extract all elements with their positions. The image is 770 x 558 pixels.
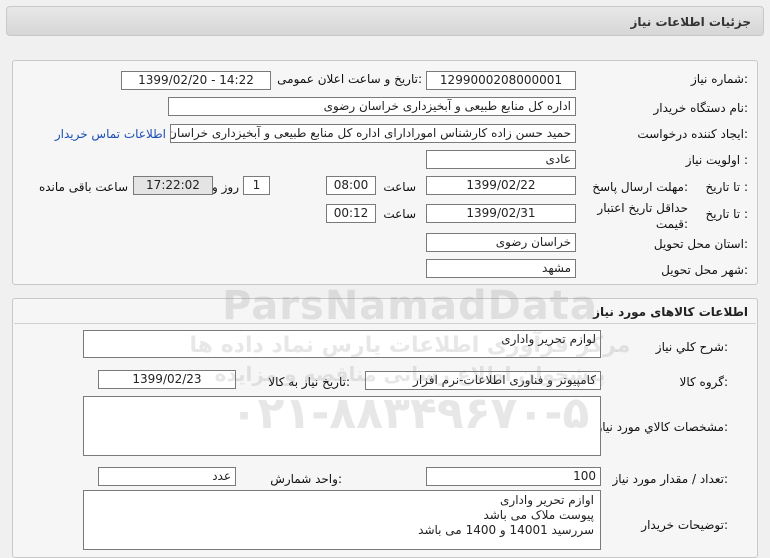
creator-field: حمید حسن زاده کارشناس امورادارای اداره ک… — [170, 124, 576, 143]
validity-time-field: 00:12 — [326, 204, 376, 223]
province-label: استان محل تحویل: — [653, 237, 748, 251]
validity-time-label: ساعت — [383, 207, 416, 221]
need-date-label: تاریخ نیاز به کالا: — [268, 375, 350, 389]
buyer-notes-line: پیوست ملاک می باشد — [483, 508, 594, 522]
remaining-time-field: 17:22:02 — [133, 176, 213, 195]
buyer-notes-line: سررسید 14001 و 1400 می باشد — [418, 523, 594, 537]
desc-label: شرح کلي نياز: — [655, 340, 728, 354]
deadline-until-label: تا تاریخ : — [705, 180, 748, 194]
qty-field: 100 — [426, 467, 601, 486]
goods-section-title: اطلاعات کالاهای مورد نیاز — [593, 305, 748, 319]
buyer-notes-label: توضیحات خریدار: — [641, 518, 728, 532]
need-details-panel — [12, 60, 758, 285]
goods-divider — [14, 323, 756, 324]
priority-label: اولویت نیاز : — [685, 153, 748, 167]
page-header: جزئیات اطلاعات نیاز — [6, 6, 764, 36]
days-label: روز و — [212, 180, 239, 194]
buyer-org-label: نام دستگاه خریدار: — [653, 101, 749, 115]
days-field: 1 — [243, 176, 270, 195]
validity-until-label: تا تاریخ : — [705, 207, 748, 221]
need-date-field: 1399/02/23 — [98, 370, 236, 389]
specs-field — [83, 396, 601, 456]
buyer-org-field: اداره کل منابع طبیعی و آبخیزداری خراسان … — [168, 97, 576, 116]
announce-label: تاریخ و ساعت اعلان عمومی: — [277, 72, 422, 86]
deadline-label: مهلت ارسال پاسخ: — [592, 180, 688, 194]
unit-label: واحد شمارش: — [270, 472, 342, 486]
group-field: کامپیوتر و فناوری اطلاعات-نرم افزار — [365, 371, 601, 390]
city-field: مشهد — [426, 259, 576, 278]
announce-field: 1399/02/20 - 14:22 — [121, 71, 271, 90]
unit-field: عدد — [98, 467, 236, 486]
qty-label: تعداد / مقدار مورد نیاز: — [612, 472, 728, 486]
province-field: خراسان رضوی — [426, 233, 576, 252]
specs-label: مشخصات کالاي مورد نياز: — [596, 420, 728, 434]
need-number-label: شماره نیاز: — [690, 72, 748, 86]
deadline-date-field: 1399/02/22 — [426, 176, 576, 195]
buyer-contact-link[interactable]: اطلاعات تماس خریدار — [55, 127, 166, 141]
creator-label: ایجاد کننده درخواست: — [637, 127, 748, 141]
buyer-notes-field: اوازم تحریر واداری پیوست ملاک می باشد سر… — [83, 490, 601, 550]
buyer-notes-line: اوازم تحریر واداری — [500, 493, 594, 507]
city-label: شهر محل تحویل: — [661, 263, 748, 277]
page-title: جزئیات اطلاعات نیاز — [630, 15, 751, 29]
group-label: گروه کالا: — [679, 375, 729, 389]
deadline-time-field: 08:00 — [326, 176, 376, 195]
validity-label: حداقل تاریخ اعتبار قیمت: — [597, 201, 688, 231]
validity-date-field: 1399/02/31 — [426, 204, 576, 223]
need-number-field: 1299000208000001 — [426, 71, 576, 90]
desc-field: لوازم تحریر واداری — [83, 330, 601, 358]
priority-field: عادی — [426, 150, 576, 169]
deadline-time-label: ساعت — [383, 180, 416, 194]
remaining-label: ساعت باقی مانده — [38, 180, 128, 194]
